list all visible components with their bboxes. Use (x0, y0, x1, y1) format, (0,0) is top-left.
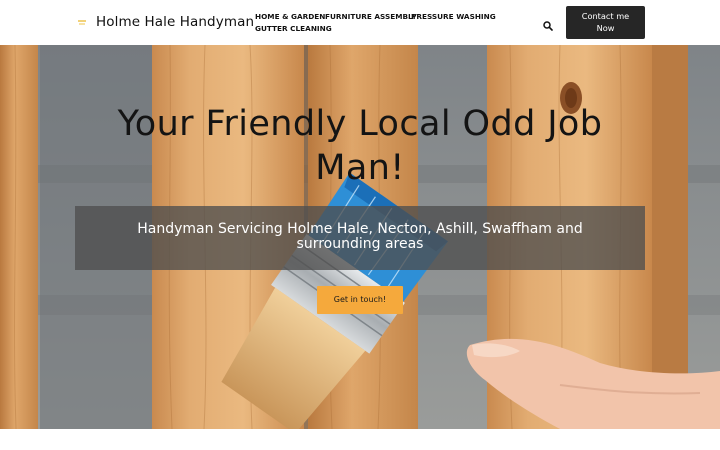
contact-me-now-button[interactable]: Contact me Now (566, 6, 645, 39)
site-title[interactable]: Holme Hale Handyman (96, 14, 254, 30)
hero-subtitle: Handyman Servicing Holme Hale, Necton, A… (115, 222, 605, 252)
hero-subtitle-line1: Handyman Servicing Holme Hale, Necton, A… (137, 221, 583, 237)
hero-title-line2: Man! (315, 148, 405, 188)
hero-subtitle-line2: surrounding areas (296, 236, 424, 252)
hero-title-line1: Your Friendly Local Odd Job (117, 104, 603, 144)
nav-item-gutter-cleaning[interactable]: GUTTER CLEANING (255, 23, 332, 35)
nav-item-home-garden[interactable]: HOME & GARDEN (255, 11, 325, 23)
page-bottom-area (0, 429, 720, 450)
logo-icon (78, 19, 86, 26)
get-in-touch-button[interactable]: Get in touch! (317, 286, 403, 314)
hero-title: Your Friendly Local Odd Job Man! (90, 102, 630, 190)
nav-item-furniture-assembly[interactable]: FURNITURE ASSEMBLY (325, 11, 417, 23)
search-icon[interactable] (543, 18, 553, 31)
hero-section: Your Friendly Local Odd Job Man! Handyma… (0, 45, 720, 429)
nav-item-pressure-washing[interactable]: PRESSURE WASHING (411, 11, 496, 23)
contact-button-line2: Now (596, 23, 615, 33)
site-brand[interactable]: Holme Hale Handyman (78, 13, 254, 31)
hero-subtitle-banner: Handyman Servicing Holme Hale, Necton, A… (75, 206, 645, 270)
contact-button-line1: Contact me (581, 11, 630, 21)
site-header: Holme Hale Handyman HOME & GARDEN FURNIT… (0, 0, 720, 45)
